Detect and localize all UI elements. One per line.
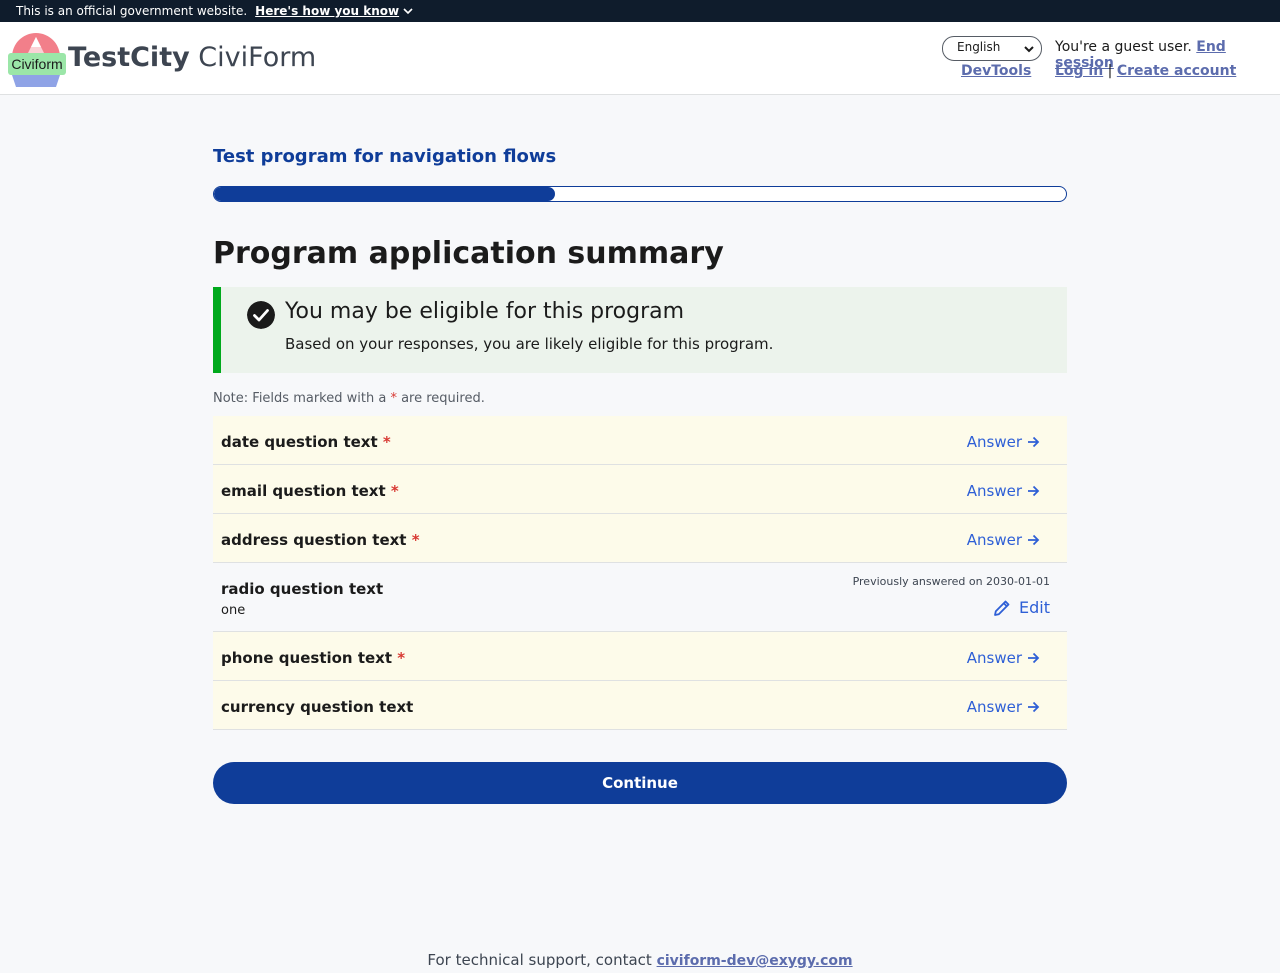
site-title-city: TestCity (68, 42, 190, 73)
language-select[interactable]: English (942, 36, 1042, 61)
arrow-right-icon (1028, 701, 1040, 713)
page-title: Program application summary (213, 236, 724, 271)
civiform-logo[interactable]: Civiform (6, 31, 66, 87)
question-text: phone question text * (221, 649, 406, 667)
required-star: * (411, 531, 420, 549)
note-suffix: are required. (401, 391, 485, 406)
guest-text: You're a guest user. (1055, 39, 1192, 55)
question-text: date question text * (221, 433, 391, 451)
site-header: Civiform TestCity CiviForm English DevTo… (0, 22, 1280, 95)
arrow-right-icon (1028, 652, 1040, 664)
support-email-link[interactable]: civiform-dev@exygy.com (657, 953, 853, 969)
question-text: currency question text (221, 698, 414, 716)
question-text: email question text * (221, 482, 399, 500)
language-selected: English (957, 40, 1001, 54)
required-star: * (390, 391, 397, 406)
answer-link[interactable]: Answer (967, 698, 1040, 716)
arrow-right-icon (1028, 436, 1040, 448)
gov-banner-text: This is an official government website. (16, 4, 248, 18)
gov-banner: This is an official government website. … (0, 0, 1280, 22)
eligibility-alert: You may be eligible for this program Bas… (213, 287, 1067, 373)
question-row: email question text * Answer (213, 465, 1067, 514)
logo-text: Civiform (11, 56, 62, 72)
question-text: address question text * (221, 531, 420, 549)
log-in-link[interactable]: Log in (1055, 63, 1103, 79)
alert-title: You may be eligible for this program (285, 299, 685, 324)
chevron-down-icon (403, 7, 413, 14)
footer: For technical support, contact civiform-… (0, 951, 1280, 969)
pencil-icon (994, 600, 1010, 616)
heres-how-you-know-label: Here's how you know (255, 4, 400, 18)
previously-answered: Previously answered on 2030-01-01 (852, 575, 1050, 588)
heres-how-you-know-link[interactable]: Here's how you know (255, 4, 413, 18)
program-name: Test program for navigation flows (213, 146, 557, 167)
question-row: address question text * Answer (213, 514, 1067, 563)
question-row: phone question text * Answer (213, 632, 1067, 681)
check-circle-icon (247, 301, 275, 329)
progress-bar-fill (214, 187, 555, 201)
create-account-link[interactable]: Create account (1117, 63, 1236, 79)
question-row: date question text * Answer (213, 416, 1067, 465)
progress-bar (213, 186, 1067, 202)
site-title-product: CiviForm (189, 42, 317, 73)
required-star: * (382, 433, 391, 451)
question-list: date question text * Answer email questi… (213, 416, 1067, 730)
auth-separator: | (1107, 63, 1113, 79)
question-text: radio question text (221, 580, 384, 598)
note-prefix: Note: Fields marked with a (213, 391, 387, 406)
answer-link[interactable]: Answer (967, 649, 1040, 667)
required-star: * (390, 482, 399, 500)
chevron-down-icon (1024, 46, 1034, 53)
answer-link[interactable]: Answer (967, 433, 1040, 451)
arrow-right-icon (1028, 534, 1040, 546)
question-row: currency question text Answer (213, 681, 1067, 730)
arrow-right-icon (1028, 485, 1040, 497)
site-title[interactable]: TestCity CiviForm (68, 42, 316, 73)
alert-body: Based on your responses, you are likely … (285, 335, 774, 353)
devtools-link[interactable]: DevTools (961, 63, 1031, 79)
main-content: Test program for navigation flows Progra… (213, 140, 1067, 804)
edit-link[interactable]: Edit (993, 598, 1050, 617)
question-answer: one (221, 603, 246, 618)
answer-link[interactable]: Answer (967, 482, 1040, 500)
required-note: Note: Fields marked with a * are require… (213, 391, 1067, 406)
answer-link[interactable]: Answer (967, 531, 1040, 549)
required-star: * (397, 649, 406, 667)
question-row: radio question text one Previously answe… (213, 563, 1067, 632)
footer-text: For technical support, contact (427, 951, 652, 969)
auth-links: Log in | Create account (1055, 63, 1236, 79)
continue-button[interactable]: Continue (213, 762, 1067, 804)
